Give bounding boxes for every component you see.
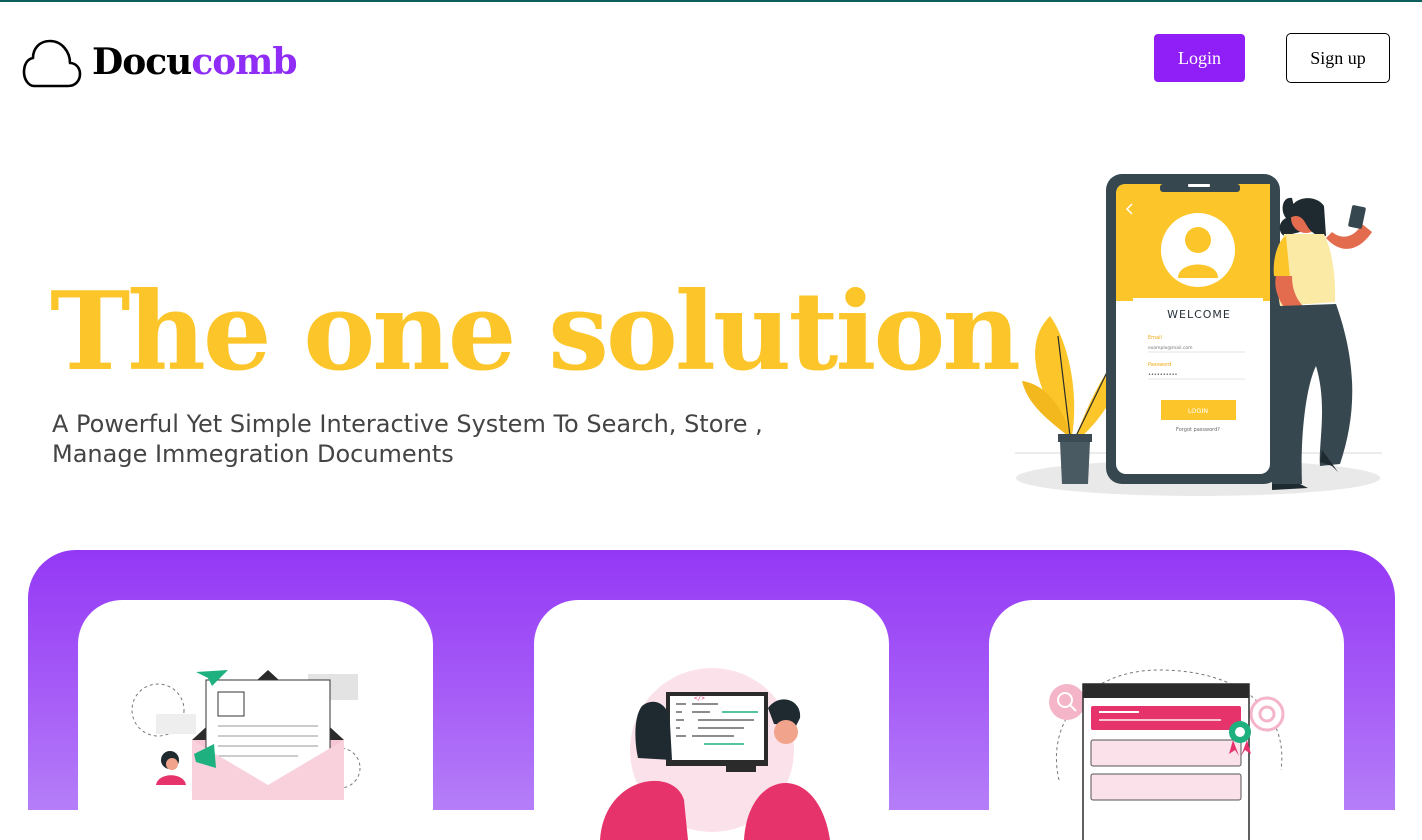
webpage-illustration [1049,669,1285,840]
phone-password-dots: •••••••••• [1148,372,1178,378]
hero-subtitle-line1: A Powerful Yet Simple Interactive System… [52,410,763,438]
hero-subtitle: A Powerful Yet Simple Interactive System… [52,409,812,469]
phone-forgot-password: Forgot password? [1176,427,1220,433]
code-tag-icon: </> [694,695,705,702]
phone-email-value: example@mail.com [1148,345,1193,351]
cloud-icon [22,39,82,88]
brand-name: Docucomb [92,41,298,83]
computer-illustration: </> [600,668,830,840]
woman-figure [1271,197,1372,490]
phone-password-label: Password [1148,362,1171,368]
top-accent-line [0,0,1422,2]
phone-email-label: Email [1148,335,1162,341]
feature-card-share[interactable] [78,600,433,840]
brand-name-part2: comb [191,41,297,83]
hero-title: The one solution [50,269,1021,395]
hero-subtitle-line2: Manage Immegration Documents [52,440,454,468]
phone-mockup [1106,174,1280,484]
hero-illustration: WELCOME Email example@mail.com Password … [1015,174,1382,496]
phone-welcome-text: WELCOME [1167,308,1231,321]
magnifier-icon [1049,684,1085,720]
signup-button[interactable]: Sign up [1286,33,1390,83]
target-icon [1249,696,1285,732]
feature-card-search[interactable] [989,600,1344,840]
feature-card-collaborate[interactable]: </> [534,600,889,840]
logo[interactable]: Docucomb [22,36,298,88]
login-button[interactable]: Login [1154,34,1245,82]
brand-name-part1: Docu [92,41,192,83]
envelope-illustration [131,670,361,800]
phone-login-button-label: LOGIN [1188,407,1208,415]
